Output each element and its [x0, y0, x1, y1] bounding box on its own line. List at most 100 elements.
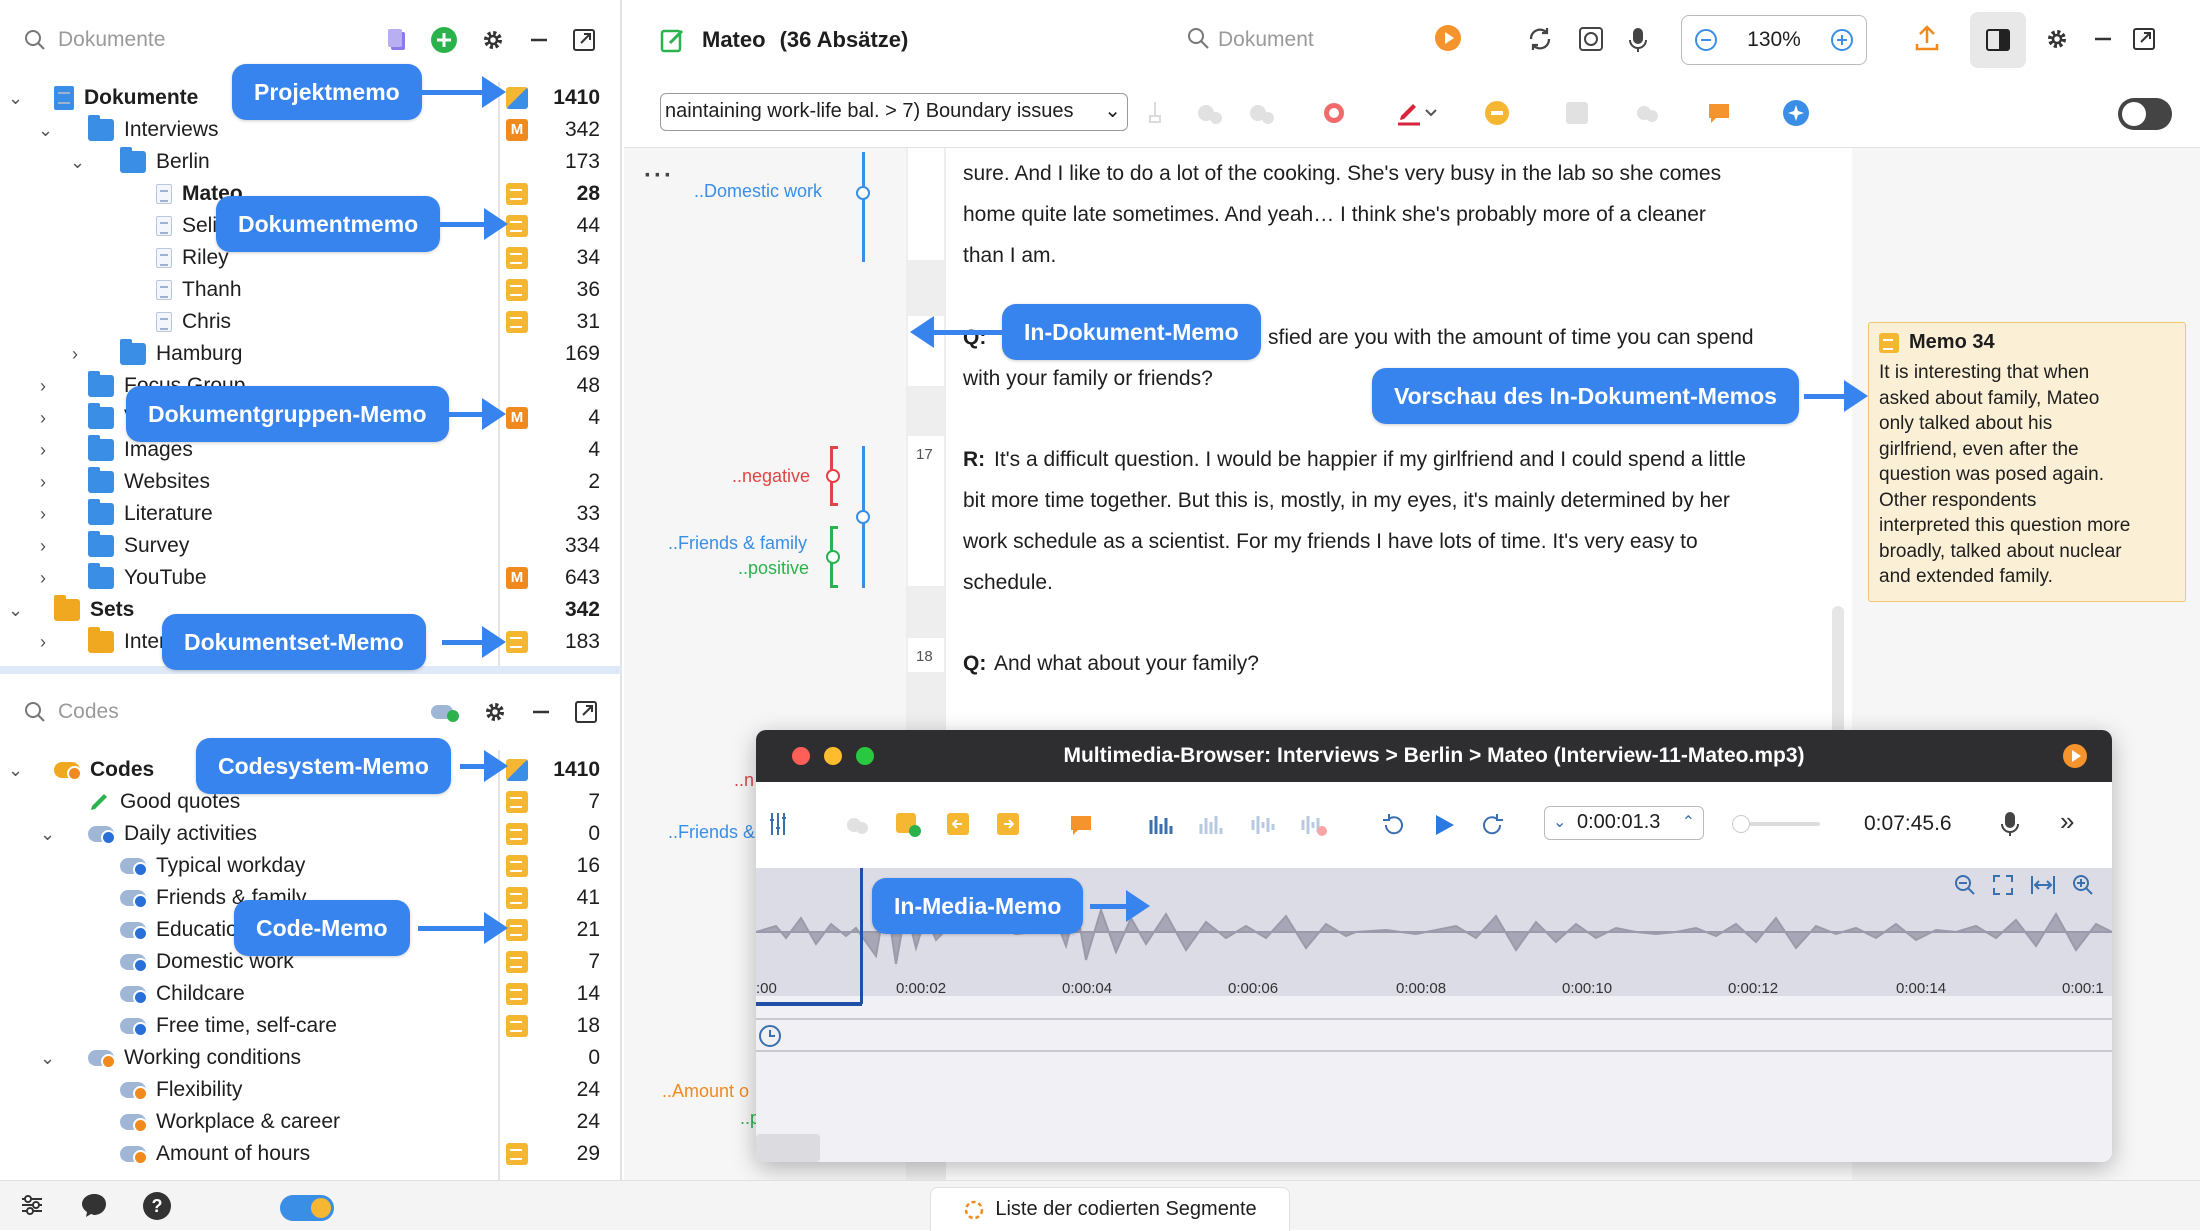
code-bracket-node[interactable] [826, 550, 840, 564]
minimize-icon[interactable] [528, 29, 550, 51]
play-icon[interactable] [2062, 743, 2088, 769]
chevron-right-icon[interactable]: › [40, 473, 56, 491]
chevron-up-icon[interactable]: ⌃ [1682, 807, 1695, 838]
new-code-icon[interactable] [430, 701, 460, 723]
chevron-down-icon[interactable]: ⌄ [40, 825, 56, 843]
code-margin-label[interactable]: ..Domestic work [694, 181, 822, 202]
rewind-icon[interactable] [1380, 812, 1406, 838]
code-margin-label[interactable]: ..n [734, 770, 754, 791]
microphone-icon[interactable] [1628, 26, 1648, 54]
edit-mode-toggle[interactable] [2118, 98, 2172, 130]
slider-knob[interactable] [1732, 815, 1750, 833]
code-row-workplace-career[interactable]: Workplace & career 24 [0, 1106, 610, 1138]
chevron-down-icon[interactable]: ⌄ [8, 89, 24, 107]
code-margin-label[interactable]: ..negative [732, 466, 810, 487]
chevron-down-icon[interactable]: ⌄ [8, 761, 24, 779]
ai-assist-icon[interactable] [1782, 99, 1810, 127]
search-icon[interactable] [1186, 26, 1210, 50]
microphone-icon[interactable] [2000, 810, 2020, 838]
memo-preview[interactable]: Memo 34 It is interesting that when aske… [1868, 322, 2186, 602]
undock-icon[interactable] [2132, 27, 2156, 51]
mode-toggle[interactable] [280, 1195, 334, 1221]
chevron-right-icon[interactable]: › [40, 633, 56, 651]
fit-width-icon[interactable] [2030, 874, 2056, 896]
memo-forward-icon[interactable] [996, 812, 1020, 836]
waveform-icon[interactable] [1250, 812, 1278, 838]
chevron-right-icon[interactable]: › [40, 569, 56, 587]
chevron-right-icon[interactable]: › [40, 537, 56, 555]
tree-row-survey[interactable]: › Survey 334 [0, 530, 610, 562]
horizontal-scrollbar[interactable] [756, 1134, 820, 1162]
code-row-working-conditions[interactable]: ⌄ Working conditions 0 [0, 1042, 610, 1074]
add-icon[interactable] [430, 26, 458, 54]
waveform-settings-icon[interactable] [768, 810, 792, 838]
waveform-icon[interactable] [1300, 812, 1328, 838]
code-add-icon[interactable] [1196, 100, 1224, 126]
document-search-placeholder[interactable]: Dokument [1218, 28, 1314, 52]
scrollbar[interactable] [1832, 606, 1844, 736]
chevron-down-icon[interactable]: ⌄ [70, 153, 86, 171]
coded-segments-tab[interactable]: Liste der codierten Segmente [930, 1187, 1290, 1231]
tree-row-websites[interactable]: › Websites 2 [0, 466, 610, 498]
code-row-amount-of-hours[interactable]: Amount of hours 29 [0, 1138, 610, 1170]
gear-icon[interactable] [480, 27, 506, 53]
clock-icon[interactable] [758, 1024, 782, 1048]
gear-icon[interactable] [482, 699, 508, 725]
fit-icon[interactable] [1992, 874, 2014, 896]
code-margin-label[interactable]: ..Friends & family [668, 533, 807, 554]
edit-document-icon[interactable] [660, 27, 686, 53]
color-code-icon[interactable] [1396, 98, 1438, 126]
code-bracket-node[interactable] [826, 469, 840, 483]
chevron-down-icon[interactable]: ⌄ [8, 601, 24, 619]
panel-toggle-button[interactable] [1970, 12, 2026, 68]
more-icon[interactable]: » [2060, 806, 2074, 837]
link-icon[interactable] [1634, 100, 1660, 126]
code-bracket-node[interactable] [856, 510, 870, 524]
minimize-icon[interactable] [2092, 28, 2114, 50]
code-remove-icon[interactable] [1248, 100, 1276, 126]
zoom-out-icon[interactable] [1954, 874, 1976, 896]
speed-slider[interactable] [1732, 815, 1820, 833]
chevron-right-icon[interactable]: › [72, 345, 88, 363]
tree-row-hamburg[interactable]: › Hamburg 169 [0, 338, 610, 370]
code-filter-select[interactable]: naintaining work-life bal. > 7) Boundary… [660, 93, 1128, 131]
emoticode-icon[interactable] [1484, 100, 1510, 126]
sliders-icon[interactable] [20, 1193, 44, 1217]
multimedia-titlebar[interactable]: Multimedia-Browser: Interviews > Berlin … [756, 730, 2112, 782]
code-search[interactable]: Codes [24, 700, 408, 724]
code-row-flexibility[interactable]: Flexibility 24 [0, 1074, 610, 1106]
new-document-icon[interactable] [386, 28, 408, 52]
chevron-right-icon[interactable]: › [40, 505, 56, 523]
code-row-daily-activities[interactable]: ⌄ Daily activities 0 [0, 818, 610, 850]
timestamp-icon[interactable] [1578, 26, 1604, 52]
chevron-right-icon[interactable]: › [40, 377, 56, 395]
tree-row-youtube[interactable]: › YouTube M 643 [0, 562, 610, 594]
chevron-down-icon[interactable]: ⌄ [38, 121, 54, 139]
code-margin-label[interactable]: ..Amount o [662, 1081, 749, 1102]
chevron-right-icon[interactable]: › [40, 409, 56, 427]
link-icon[interactable] [844, 812, 870, 838]
code-margin-label[interactable]: ..Friends & [668, 822, 755, 843]
chevron-right-icon[interactable]: › [40, 441, 56, 459]
waveform-icon[interactable] [1198, 812, 1226, 838]
play-icon[interactable] [1434, 24, 1462, 52]
chevron-down-icon[interactable]: ⌄ [1553, 807, 1566, 838]
code-row-free-time[interactable]: Free time, self-care 18 [0, 1010, 610, 1042]
tree-row-berlin[interactable]: ⌄ Berlin 173 [0, 146, 610, 178]
memo-add-icon[interactable] [1564, 100, 1590, 126]
zoom-level[interactable]: 130% [1747, 28, 1801, 52]
emotion-code-icon[interactable] [1320, 100, 1348, 126]
tree-row-literature[interactable]: › Literature 33 [0, 498, 610, 530]
gear-icon[interactable] [2044, 26, 2070, 52]
memo-back-icon[interactable] [946, 812, 970, 836]
tree-row-thanh[interactable]: Thanh 36 [0, 274, 610, 306]
document-search[interactable]: Dokumente [24, 28, 364, 52]
zoom-control[interactable]: 130% [1681, 15, 1867, 65]
more-icon[interactable]: ··· [644, 162, 674, 190]
chevron-down-icon[interactable]: ⌄ [40, 1049, 56, 1067]
code-row-childcare[interactable]: Childcare 14 [0, 978, 610, 1010]
comment-icon[interactable] [1706, 100, 1732, 126]
timestamp-input[interactable]: ⌄ 0:00:01.3 ⌃ [1544, 806, 1704, 840]
code-bracket[interactable] [862, 152, 865, 262]
export-icon[interactable] [1914, 24, 1940, 52]
